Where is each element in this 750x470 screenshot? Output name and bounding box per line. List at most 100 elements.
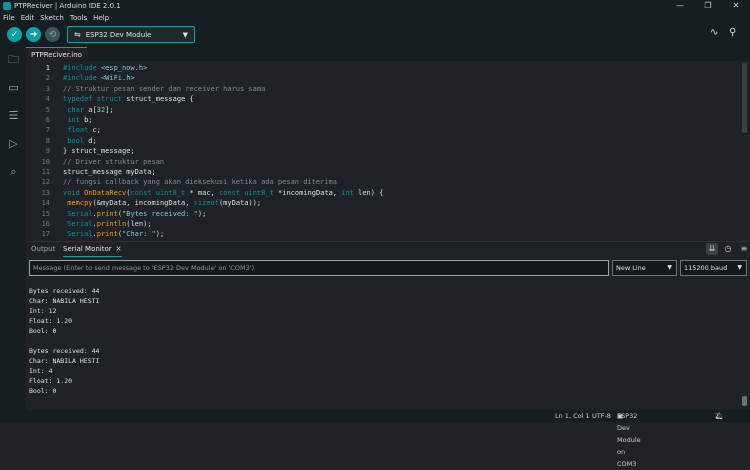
sidebar: 🗀 ▭ ☰ ▷ ⌕: [0, 47, 26, 422]
line-number: 16: [41, 220, 50, 228]
line-ending-select[interactable]: New Line ▼: [612, 260, 677, 276]
line-number: 12: [41, 178, 50, 187]
line-number: 10: [41, 157, 50, 166]
folder-icon[interactable]: 🗀: [7, 53, 20, 66]
code-line[interactable]: 1 #include <esp_now.h>: [26, 63, 742, 73]
window-title: PTPReciver | Arduino IDE 2.0.1: [14, 2, 121, 10]
debug-icon: ⟲: [48, 29, 57, 40]
line-number: 5: [45, 105, 50, 114]
line-number: 11: [41, 168, 50, 176]
code-editor[interactable]: 1 #include <esp_now.h> 2 #include <WiFi.h> 3…: [26, 61, 750, 241]
toolbar: ✓ ➜ ⟲ ⇋ ESP32 Dev Module ▼ ∿ ⚲: [0, 23, 750, 47]
code-line[interactable]: 9} struct_message;: [26, 146, 742, 156]
editor-tabs: PTPReciver.ino: [26, 47, 750, 61]
title-bar: PTPReciver | Arduino IDE 2.0.1 — ❐ ✕: [0, 0, 750, 12]
file-encoding: UTF-8: [592, 412, 611, 420]
board-port-label: ESP32 Dev Module on COM3: [617, 412, 641, 468]
code-line[interactable]: 16 Serial.println(len);: [26, 219, 742, 229]
line-code: struct_message myData;: [63, 168, 156, 176]
code-line[interactable]: 3 // Struktur pesan sender dan receiver h…: [26, 84, 742, 94]
line-code: typedef struct struct_message {: [63, 95, 194, 104]
autoscroll-icon[interactable]: ⇊: [706, 243, 718, 255]
tab-serial-monitor-label: Serial Monitor: [63, 245, 112, 253]
code-line[interactable]: 13 void OnDataRecv(const uint8_t * mac, c…: [26, 188, 742, 198]
output-scrollbar[interactable]: [742, 396, 747, 406]
status-bar: Ln 1, Col 1 UTF-8 ▣ ESP32 Dev Module on …: [0, 410, 750, 468]
maximize-button[interactable]: ❐: [694, 0, 722, 12]
arduino-logo-icon: [3, 2, 11, 10]
code-line[interactable]: 14 memcpy(&myData, incomingData, sizeof(…: [26, 198, 742, 208]
baud-rate-value: 115200 baud: [684, 264, 728, 272]
verify-button[interactable]: ✓: [7, 27, 22, 42]
menu-tools[interactable]: Tools: [70, 14, 87, 22]
code-line[interactable]: 5 char a[32];: [26, 105, 742, 115]
editor-scrollbar[interactable]: [742, 63, 747, 133]
debug-icon[interactable]: ▷: [7, 137, 20, 150]
line-number: 14: [41, 199, 50, 208]
code-line[interactable]: 8 bool d;: [26, 136, 742, 146]
check-icon: ✓: [10, 29, 19, 40]
debug-button[interactable]: ⟲: [45, 27, 60, 42]
serial-input-row: New Line ▼ 115200 baud ▼: [26, 259, 750, 278]
timestamp-icon[interactable]: ◷: [722, 243, 734, 255]
line-number: 7: [45, 126, 50, 135]
line-number: 13: [41, 188, 50, 197]
output-line: Float: 1.20: [29, 377, 73, 385]
line-code: // Struktur pesan sender dan receiver ha…: [63, 84, 266, 93]
code-line[interactable]: 11 struct_message myData;: [26, 167, 742, 177]
code-line[interactable]: 6 int b;: [26, 115, 742, 125]
chevron-down-icon: ▼: [667, 264, 672, 271]
output-line: Bool: 0: [29, 327, 57, 335]
code-line[interactable]: 7 float c;: [26, 125, 742, 135]
output-line: Char: NABILA HESTI: [29, 357, 100, 365]
code-line[interactable]: 12 // fungsi callback yang akan dieksekus…: [26, 177, 742, 187]
tab-serial-monitor[interactable]: Serial Monitor ✕: [63, 242, 122, 257]
output-line: Bool: 0: [29, 387, 57, 395]
panel-tabs: Output Serial Monitor ✕: [26, 242, 750, 257]
line-code: float c;: [67, 126, 101, 135]
board-selector[interactable]: ⇋ ESP32 Dev Module ▼: [67, 26, 195, 43]
line-code: Serial.println(len);: [67, 220, 152, 228]
search-icon[interactable]: ⌕: [7, 165, 20, 178]
line-code: char a[32];: [67, 105, 114, 114]
upload-button[interactable]: ➜: [26, 27, 41, 42]
notification-count: 2: [715, 412, 720, 420]
line-number: 9: [45, 147, 50, 156]
line-code: // Driver struktur pesan: [63, 157, 165, 166]
minimize-button[interactable]: —: [666, 0, 694, 12]
magnifier-icon[interactable]: ⚲: [729, 27, 736, 38]
line-code: bool d;: [67, 136, 97, 145]
code-line[interactable]: 15 Serial.print("Bytes received: ");: [26, 209, 742, 219]
tab-output[interactable]: Output: [31, 242, 55, 257]
line-code: #include <WiFi.h>: [63, 74, 135, 83]
cursor-position[interactable]: Ln 1, Col 1: [555, 410, 590, 422]
output-line: Float: 1.20: [29, 317, 73, 325]
chevron-down-icon: ▼: [182, 30, 188, 39]
menu-file[interactable]: File: [3, 14, 15, 22]
board-icon[interactable]: ▭: [7, 81, 20, 94]
pulse-icon[interactable]: ∿: [710, 27, 718, 38]
library-icon[interactable]: ☰: [7, 109, 20, 122]
menu-help[interactable]: Help: [93, 14, 109, 22]
code-line[interactable]: 10 // Driver struktur pesan: [26, 157, 742, 167]
close-window-button[interactable]: ✕: [722, 0, 750, 12]
code-line[interactable]: 17 Serial.print("Char: ");: [26, 229, 742, 239]
menu-sketch[interactable]: Sketch: [40, 14, 64, 22]
usb-icon: ⇋: [74, 30, 81, 39]
serial-message-input[interactable]: [29, 260, 609, 276]
line-number: 3: [45, 84, 50, 93]
menu-edit[interactable]: Edit: [21, 14, 35, 22]
close-icon[interactable]: ✕: [116, 245, 122, 253]
chevron-down-icon: ▼: [737, 264, 742, 271]
code-line[interactable]: 4 typedef struct struct_message {: [26, 94, 742, 104]
line-ending-value: New Line: [616, 264, 646, 272]
line-number: 6: [45, 116, 50, 124]
code-line[interactable]: 2 #include <WiFi.h>: [26, 73, 742, 83]
clear-output-icon[interactable]: ≡: [738, 243, 750, 255]
line-code: void OnDataRecv(const uint8_t * mac, con…: [63, 188, 384, 197]
baud-rate-select[interactable]: 115200 baud ▼: [680, 260, 747, 276]
line-number: 1: [45, 64, 50, 72]
board-name: ESP32 Dev Module: [85, 30, 152, 39]
tab-ptpreciver[interactable]: PTPReciver.ino: [26, 47, 87, 61]
line-code: int b;: [67, 116, 93, 124]
